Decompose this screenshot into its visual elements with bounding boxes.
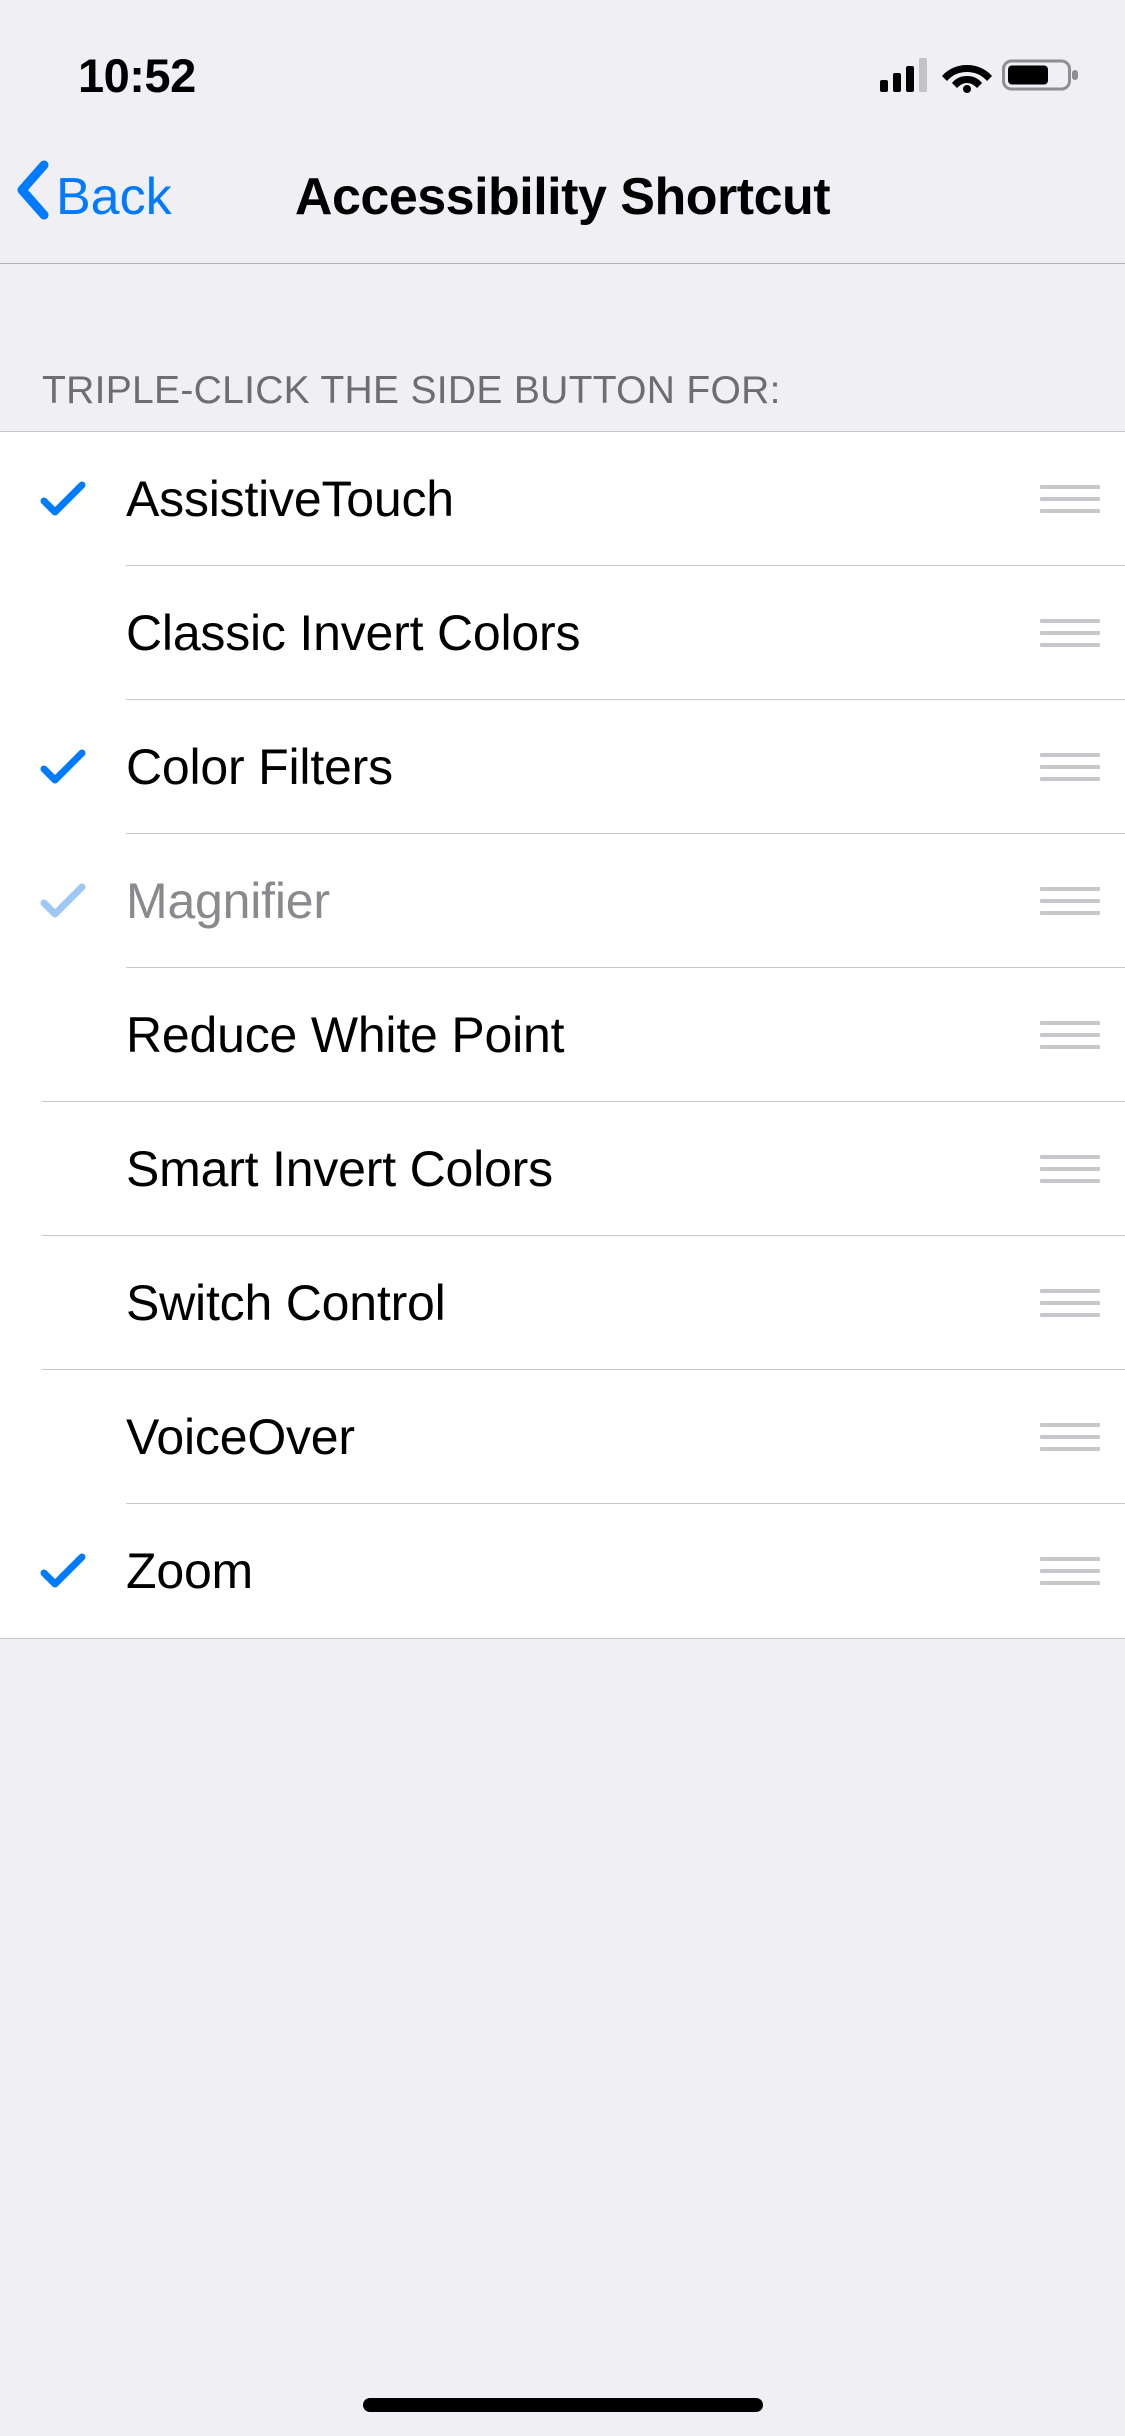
shortcut-label: AssistiveTouch bbox=[126, 470, 1015, 528]
shortcut-label: Switch Control bbox=[126, 1274, 1015, 1332]
reorder-handle-icon[interactable] bbox=[1015, 1557, 1125, 1585]
back-button[interactable]: Back bbox=[12, 159, 172, 234]
checkmark-icon bbox=[0, 881, 126, 921]
shortcut-row[interactable]: Reduce White Point bbox=[0, 968, 1125, 1102]
shortcut-label: Classic Invert Colors bbox=[126, 604, 1015, 662]
shortcut-row[interactable]: Color Filters bbox=[0, 700, 1125, 834]
chevron-left-icon bbox=[12, 159, 56, 234]
home-indicator bbox=[363, 2398, 763, 2412]
shortcut-list: AssistiveTouch Classic Invert Colors Color… bbox=[0, 431, 1125, 1639]
shortcut-label: Magnifier bbox=[126, 872, 1015, 930]
reorder-handle-icon[interactable] bbox=[1015, 753, 1125, 781]
status-bar: 10:52 bbox=[0, 0, 1125, 130]
reorder-handle-icon[interactable] bbox=[1015, 1423, 1125, 1451]
shortcut-label: VoiceOver bbox=[126, 1408, 1015, 1466]
section-header: TRIPLE-CLICK THE SIDE BUTTON FOR: bbox=[0, 264, 1125, 431]
reorder-handle-icon[interactable] bbox=[1015, 1289, 1125, 1317]
checkmark-icon bbox=[0, 1551, 126, 1591]
shortcut-row[interactable]: Zoom bbox=[0, 1504, 1125, 1638]
status-icons bbox=[880, 57, 1080, 93]
shortcut-row[interactable]: Classic Invert Colors bbox=[0, 566, 1125, 700]
reorder-handle-icon[interactable] bbox=[1015, 619, 1125, 647]
back-label: Back bbox=[56, 167, 172, 227]
shortcut-row[interactable]: AssistiveTouch bbox=[0, 432, 1125, 566]
status-time: 10:52 bbox=[78, 48, 196, 103]
shortcut-label: Zoom bbox=[126, 1542, 1015, 1600]
cellular-icon bbox=[880, 58, 932, 92]
shortcut-label: Smart Invert Colors bbox=[126, 1140, 1015, 1198]
reorder-handle-icon[interactable] bbox=[1015, 1021, 1125, 1049]
shortcut-label: Color Filters bbox=[126, 738, 1015, 796]
reorder-handle-icon[interactable] bbox=[1015, 485, 1125, 513]
wifi-icon bbox=[942, 57, 992, 93]
battery-icon bbox=[1002, 57, 1080, 93]
shortcut-row[interactable]: Magnifier bbox=[0, 834, 1125, 968]
shortcut-row[interactable]: VoiceOver bbox=[0, 1370, 1125, 1504]
shortcut-label: Reduce White Point bbox=[126, 1006, 1015, 1064]
navigation-bar: Back Accessibility Shortcut bbox=[0, 130, 1125, 264]
checkmark-icon bbox=[0, 747, 126, 787]
shortcut-row[interactable]: Switch Control bbox=[0, 1236, 1125, 1370]
reorder-handle-icon[interactable] bbox=[1015, 887, 1125, 915]
shortcut-row[interactable]: Smart Invert Colors bbox=[0, 1102, 1125, 1236]
checkmark-icon bbox=[0, 479, 126, 519]
reorder-handle-icon[interactable] bbox=[1015, 1155, 1125, 1183]
